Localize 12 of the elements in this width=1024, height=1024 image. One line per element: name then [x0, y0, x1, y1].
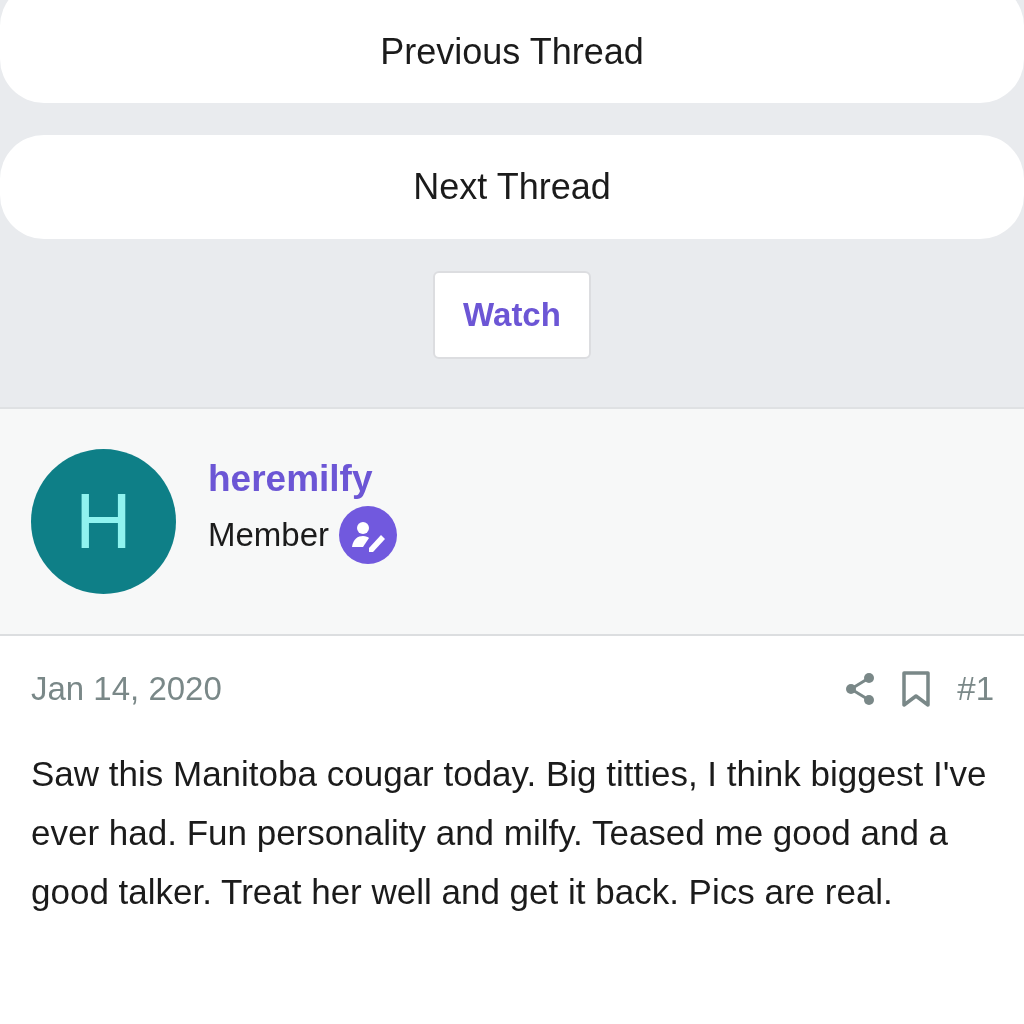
user-badge-icon	[339, 505, 398, 564]
thread-nav-button[interactable]: Next Thread	[0, 135, 1024, 239]
post-date[interactable]: Jan 14, 2020	[31, 670, 820, 708]
post-text: Saw this Manitoba cougar today. Big titties, I think biggest I've ever had. Fun personality and milfy. Teased me good and a good talker. Treat her well and get it back. Pics are real.	[31, 753, 988, 913]
bookmark-icon[interactable]	[901, 671, 932, 707]
user-avatar[interactable]: H	[31, 449, 176, 594]
post-number-link[interactable]: #1	[957, 670, 994, 708]
share-icon[interactable]	[845, 672, 876, 706]
watch-button[interactable]: Watch	[433, 271, 591, 359]
username-link[interactable]: heremilfy	[208, 457, 398, 500]
thread-nav-button[interactable]: Previous Thread	[0, 0, 1024, 103]
user-role: Member	[208, 515, 330, 554]
